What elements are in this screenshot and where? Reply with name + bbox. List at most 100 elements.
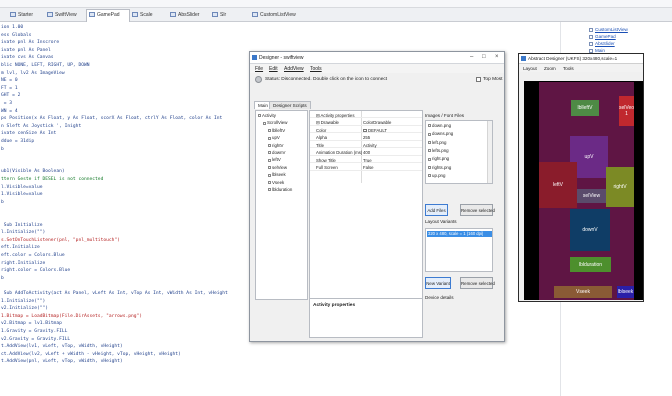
code-line[interactable]: ddue = 31dip bbox=[1, 138, 34, 145]
tree-item[interactable]: lblseek bbox=[268, 172, 286, 177]
code-line[interactable]: ion 1.00 bbox=[1, 24, 23, 31]
code-line[interactable]: m lvl, lv2 As ImageView bbox=[1, 70, 65, 77]
files-scrollbar[interactable] bbox=[487, 121, 492, 183]
file-item[interactable]: down.png bbox=[428, 123, 451, 128]
property-row[interactable]: ⊟ Drawable ColorDrawable bbox=[310, 120, 422, 126]
remove-variant-button[interactable]: Remove selected bbox=[460, 277, 495, 289]
code-line[interactable]: right.color = Colors.Blue bbox=[1, 267, 70, 274]
tree-item[interactable]: rightV bbox=[268, 143, 283, 148]
file-item[interactable]: rights.png bbox=[428, 165, 451, 170]
code-line[interactable]: l.Visible=value bbox=[1, 184, 43, 191]
module-link-gamepad[interactable]: GamePad bbox=[589, 34, 616, 39]
property-row[interactable]: Title Activity bbox=[310, 142, 422, 148]
code-line[interactable]: 1.Gravity = Gravity.FILL bbox=[1, 328, 67, 335]
file-checkbox[interactable] bbox=[428, 124, 431, 128]
remove-files-button[interactable]: Remove selected bbox=[460, 204, 495, 216]
file-checkbox[interactable] bbox=[428, 149, 431, 153]
code-line[interactable]: ps Position(x As Float, y As Float, scor… bbox=[1, 115, 222, 122]
code-line[interactable]: GHT = 2 bbox=[1, 92, 20, 99]
file-item[interactable]: left.png bbox=[428, 140, 446, 145]
close-icon[interactable]: × bbox=[495, 54, 499, 60]
property-value[interactable]: DEFAULT bbox=[363, 128, 387, 133]
property-value[interactable]: ColorDrawable bbox=[363, 120, 391, 125]
tree-item[interactable]: lblduration bbox=[268, 187, 292, 192]
code-line[interactable]: blic NONE, LEFT, RIGHT, UP, DOWN bbox=[1, 62, 90, 69]
abstract-titlebar[interactable]: Abstract Designer (UKFS) 320x480,scale=1 bbox=[519, 54, 643, 64]
new-variant-button[interactable]: New Variant bbox=[425, 277, 451, 289]
tab-starter[interactable]: Starter bbox=[8, 10, 33, 21]
file-item[interactable]: downs.png bbox=[428, 131, 453, 136]
code-line[interactable]: right.Initialize bbox=[1, 260, 45, 267]
code-line[interactable]: ub1(Visible As Boolean) bbox=[1, 168, 65, 175]
tab-gamepad[interactable]: GamePad bbox=[86, 9, 130, 22]
code-line[interactable]: ivate cvs As Canvas bbox=[1, 54, 54, 61]
layout-view[interactable]: lblseek bbox=[617, 286, 634, 298]
code-line[interactable]: t.AddView(lv1, vLeft, vTop, vWidth, vHei… bbox=[1, 343, 123, 350]
layout-view[interactable]: lblduration bbox=[570, 257, 611, 272]
minimize-icon[interactable]: – bbox=[470, 54, 473, 60]
file-checkbox[interactable] bbox=[428, 174, 431, 178]
tab-slr[interactable]: Slr bbox=[210, 10, 226, 21]
code-line[interactable]: 1.Initialize("") bbox=[1, 298, 45, 305]
layout-view[interactable]: downV bbox=[570, 209, 610, 251]
code-line[interactable]: v2.Bitmap = lv1.Bitmap bbox=[1, 320, 62, 327]
code-line[interactable]: eft.Initialize bbox=[1, 244, 40, 251]
tree-item[interactable]: Vseek bbox=[268, 180, 284, 185]
tab-customlistview[interactable]: CustomListView bbox=[250, 10, 296, 21]
file-checkbox[interactable] bbox=[428, 132, 431, 136]
property-row[interactable]: Full Screen False bbox=[310, 165, 422, 171]
layout-view[interactable]: selVeo 1 bbox=[619, 96, 634, 126]
code-line[interactable]: ttern Geste if DESEL is not connected bbox=[1, 176, 103, 183]
code-line[interactable]: b bbox=[1, 199, 4, 206]
layout-canvas[interactable]: lblleftV selVeo 1 upV leftV rightV selView dow… bbox=[524, 81, 643, 300]
file-checkbox[interactable] bbox=[428, 140, 431, 144]
variant-item[interactable]: 320 x 480, scale = 1 (160 dpi) bbox=[427, 231, 492, 237]
file-item[interactable]: right.png bbox=[428, 156, 449, 161]
tab-absslider[interactable]: AbsSlider bbox=[168, 10, 199, 21]
code-line[interactable]: ivate cenSize As Int bbox=[1, 130, 56, 137]
property-value[interactable]: False bbox=[363, 165, 374, 170]
code-line[interactable]: Sub AddToActivity(act As Panel, vLeft As… bbox=[1, 290, 228, 297]
property-value[interactable]: 400 bbox=[363, 150, 370, 155]
menu-addview[interactable]: AddView bbox=[284, 66, 304, 72]
file-item[interactable]: up.png bbox=[428, 173, 445, 178]
menu-file[interactable]: File bbox=[255, 66, 263, 72]
designer-titlebar[interactable]: Designer - swiftview – □ × bbox=[250, 52, 504, 64]
property-value[interactable]: 255 bbox=[363, 135, 370, 140]
code-line[interactable]: eft.color = Colors.Blue bbox=[1, 252, 65, 259]
menu-tools[interactable]: Tools bbox=[563, 66, 574, 71]
layout-view[interactable]: rightV bbox=[606, 167, 634, 207]
menu-tools[interactable]: Tools bbox=[310, 66, 322, 72]
code-line[interactable]: ct.AddView(lv2, vLeft + vWidth - vHeight… bbox=[1, 351, 181, 358]
property-value[interactable]: Activity bbox=[363, 143, 377, 148]
tree-item[interactable]: lblleftV bbox=[268, 128, 285, 133]
connection-status-icon[interactable] bbox=[255, 76, 262, 83]
code-line[interactable]: b bbox=[1, 275, 4, 282]
tree-item[interactable]: leftV bbox=[268, 157, 281, 162]
layout-view[interactable]: Vseek bbox=[554, 286, 612, 298]
tab-scale[interactable]: Scale bbox=[130, 10, 153, 21]
maximize-icon[interactable]: □ bbox=[482, 54, 486, 60]
menu-zoom[interactable]: Zoom bbox=[544, 66, 556, 71]
tab-designer-scripts[interactable]: Designer Scripts bbox=[269, 101, 311, 109]
code-line[interactable]: Sub Initialize bbox=[1, 222, 43, 229]
tree-item[interactable]: selView bbox=[268, 165, 287, 170]
file-checkbox[interactable] bbox=[428, 157, 431, 161]
property-value[interactable]: True bbox=[363, 158, 372, 163]
layout-view[interactable]: selView bbox=[577, 189, 606, 203]
code-line[interactable]: ivate pnl As Panel bbox=[1, 47, 51, 54]
code-line[interactable]: s.SetOnTouchListener(pnl, "pnl_multitouc… bbox=[1, 237, 120, 244]
tab-swiftview[interactable]: SwiftView bbox=[45, 10, 77, 21]
code-line[interactable]: ess Globals bbox=[1, 32, 31, 39]
module-link-absslider[interactable]: AbsSlider bbox=[589, 41, 615, 46]
layout-view[interactable]: leftV bbox=[539, 162, 577, 208]
code-line[interactable]: 1.Bitmap = LoadBitmap(File.DirAssets, "a… bbox=[1, 313, 142, 320]
code-line[interactable]: NE = 0 bbox=[1, 77, 18, 84]
topmost-checkbox[interactable] bbox=[476, 77, 481, 82]
file-item[interactable]: lefts.png bbox=[428, 148, 449, 153]
menu-edit[interactable]: Edit bbox=[269, 66, 278, 72]
code-line[interactable]: n Sleft As Joystick ', Inight bbox=[1, 123, 81, 130]
code-line[interactable]: 1.Visible=value bbox=[1, 191, 43, 198]
code-line[interactable]: FT = 1 bbox=[1, 85, 18, 92]
file-checkbox[interactable] bbox=[428, 165, 431, 169]
